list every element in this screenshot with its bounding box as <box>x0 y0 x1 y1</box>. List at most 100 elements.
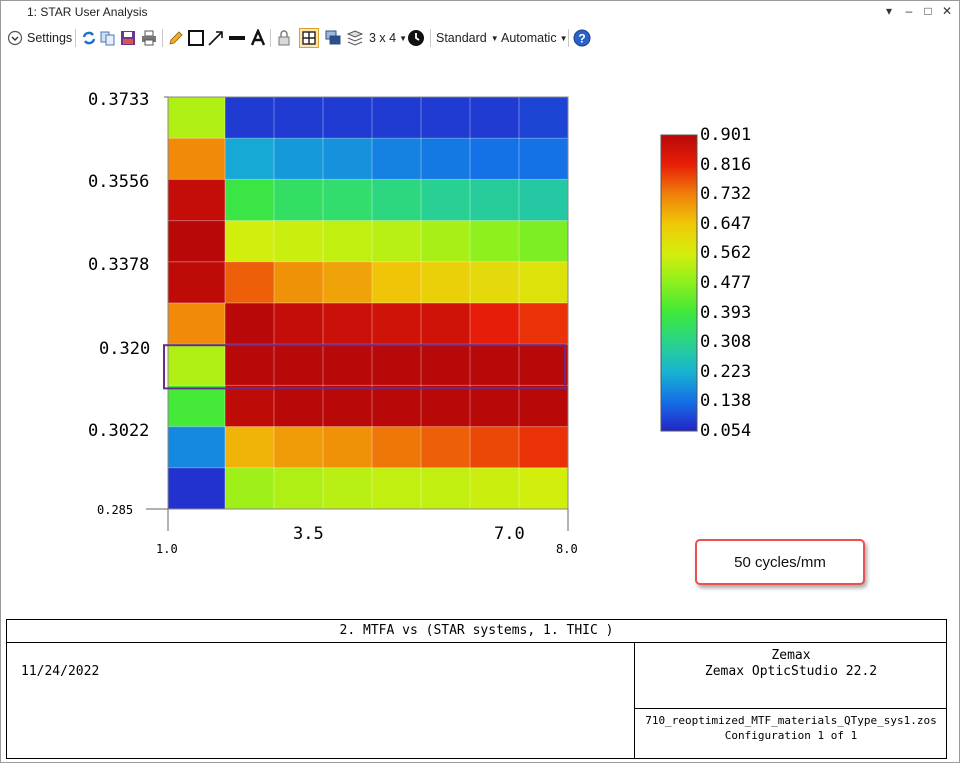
footer-divider <box>635 708 947 709</box>
heatmap-cell <box>323 220 373 263</box>
footer-company: Zemax <box>771 648 811 663</box>
heatmap-cell <box>470 97 520 139</box>
heatmap-cell <box>168 385 226 428</box>
heatmap-cell <box>519 220 569 263</box>
heatmap-cell <box>470 344 520 386</box>
footer-date: 11/24/2022 <box>21 664 100 679</box>
heatmap-cell <box>323 261 373 304</box>
heatmap-cell <box>519 303 569 345</box>
heatmap-cell <box>421 467 471 510</box>
heatmap-cell <box>225 344 275 386</box>
heatmap-cell <box>323 426 373 469</box>
heatmap-cell <box>168 426 226 469</box>
heatmap-cell <box>421 385 471 428</box>
heatmap-cell <box>225 220 275 263</box>
heatmap-cell <box>274 385 324 428</box>
heatmap-cell <box>470 179 520 222</box>
heatmap-cell <box>470 303 520 345</box>
heatmap-cell <box>168 344 226 386</box>
footer-product: Zemax OpticStudio 22.2 <box>704 664 878 679</box>
heatmap-cell <box>168 97 226 139</box>
heatmap-cell <box>519 385 569 428</box>
heatmap-cell <box>519 138 569 180</box>
heatmap-cell <box>372 385 422 428</box>
heatmap-cell <box>274 138 324 180</box>
colorbar-label: 0.138 <box>700 391 752 412</box>
y-tick-label: 0.3556 <box>88 172 150 192</box>
footer-config: Configuration 1 of 1 <box>724 729 858 742</box>
heatmap-cell <box>323 97 373 139</box>
heatmap-cell <box>168 220 226 263</box>
heatmap-cell <box>323 179 373 222</box>
heatmap-cell <box>519 467 569 510</box>
heatmap-cell <box>225 261 275 304</box>
colorbar-label: 0.308 <box>700 332 752 353</box>
frequency-badge: 50 cycles/mm <box>695 539 865 585</box>
y-tick-label: 0.3378 <box>88 255 150 275</box>
heatmap-cell <box>470 220 520 263</box>
heatmap-cell <box>372 261 422 304</box>
x-tick-label: 1.0 <box>156 542 178 556</box>
heatmap-cell <box>470 467 520 510</box>
heatmap-cell <box>225 303 275 345</box>
x-tick-label: 7.0 <box>494 524 525 544</box>
heatmap-cell <box>519 344 569 386</box>
heatmap-cell <box>372 97 422 139</box>
heatmap-cell <box>323 385 373 428</box>
heatmap-cell <box>323 138 373 180</box>
heatmap-cell <box>168 261 226 304</box>
heatmap-cell <box>225 467 275 510</box>
heatmap-cell <box>168 179 226 222</box>
heatmap-cell <box>372 138 422 180</box>
heatmap-cell <box>274 179 324 222</box>
colorbar-label: 0.393 <box>700 302 752 323</box>
y-tick-label: 0.320 <box>99 339 151 359</box>
heatmap-cell <box>519 261 569 304</box>
heatmap-cell <box>519 97 569 139</box>
colorbar <box>660 134 698 432</box>
heatmap-cell <box>323 467 373 510</box>
footer-file: 710_reoptimized_MTF_materials_QType_sys1… <box>645 714 937 727</box>
heatmap-cell <box>323 303 373 345</box>
heatmap-cell <box>421 220 471 263</box>
heatmap-cell <box>421 426 471 469</box>
y-tick-label: 0.285 <box>97 503 134 517</box>
colorbar-label: 0.562 <box>700 243 752 264</box>
heatmap-cell <box>274 97 324 139</box>
heatmap-cell <box>470 261 520 304</box>
footer-title: 2. MTFA vs (STAR systems, 1. THIC ) <box>7 620 946 643</box>
footer-panel: 2. MTFA vs (STAR systems, 1. THIC ) 11/2… <box>6 619 947 759</box>
heatmap-cell <box>372 467 422 510</box>
heatmap-cell <box>421 97 471 139</box>
heatmap-cell <box>225 385 275 428</box>
colorbar-bar <box>660 134 698 432</box>
y-tick-label: 0.3733 <box>88 90 150 110</box>
heatmap-cell <box>470 426 520 469</box>
heatmap-cell <box>372 220 422 263</box>
colorbar-label: 0.816 <box>700 154 752 175</box>
heatmap-cell <box>421 344 471 386</box>
colorbar-label: 0.054 <box>700 421 752 441</box>
colorbar-label: 0.647 <box>700 213 752 234</box>
heatmap-cell <box>274 344 324 386</box>
heatmap-cell <box>274 220 324 263</box>
heatmap-cell <box>274 261 324 304</box>
heatmap-cell <box>372 179 422 222</box>
analysis-window: 1: STAR User Analysis ▾ – □ ✕ Settings 3… <box>0 0 960 763</box>
heatmap-cell <box>470 138 520 180</box>
heatmap-cell <box>372 344 422 386</box>
heatmap-cell <box>421 179 471 222</box>
heatmap-cell <box>274 426 324 469</box>
heatmap-cell <box>421 261 471 304</box>
footer-info: Zemax Zemax OpticStudio 22.2 710_reoptim… <box>634 642 947 758</box>
heatmap-cell <box>372 303 422 345</box>
heatmap-cell <box>470 385 520 428</box>
heatmap-cell <box>225 179 275 222</box>
heatmap-cell <box>519 426 569 469</box>
heatmap-cell <box>168 138 226 180</box>
y-tick-label: 0.3022 <box>88 421 150 441</box>
x-tick-label: 3.5 <box>293 524 324 544</box>
colorbar-label: 0.223 <box>700 361 752 382</box>
heatmap-cell <box>372 426 422 469</box>
heatmap-cell <box>421 138 471 180</box>
